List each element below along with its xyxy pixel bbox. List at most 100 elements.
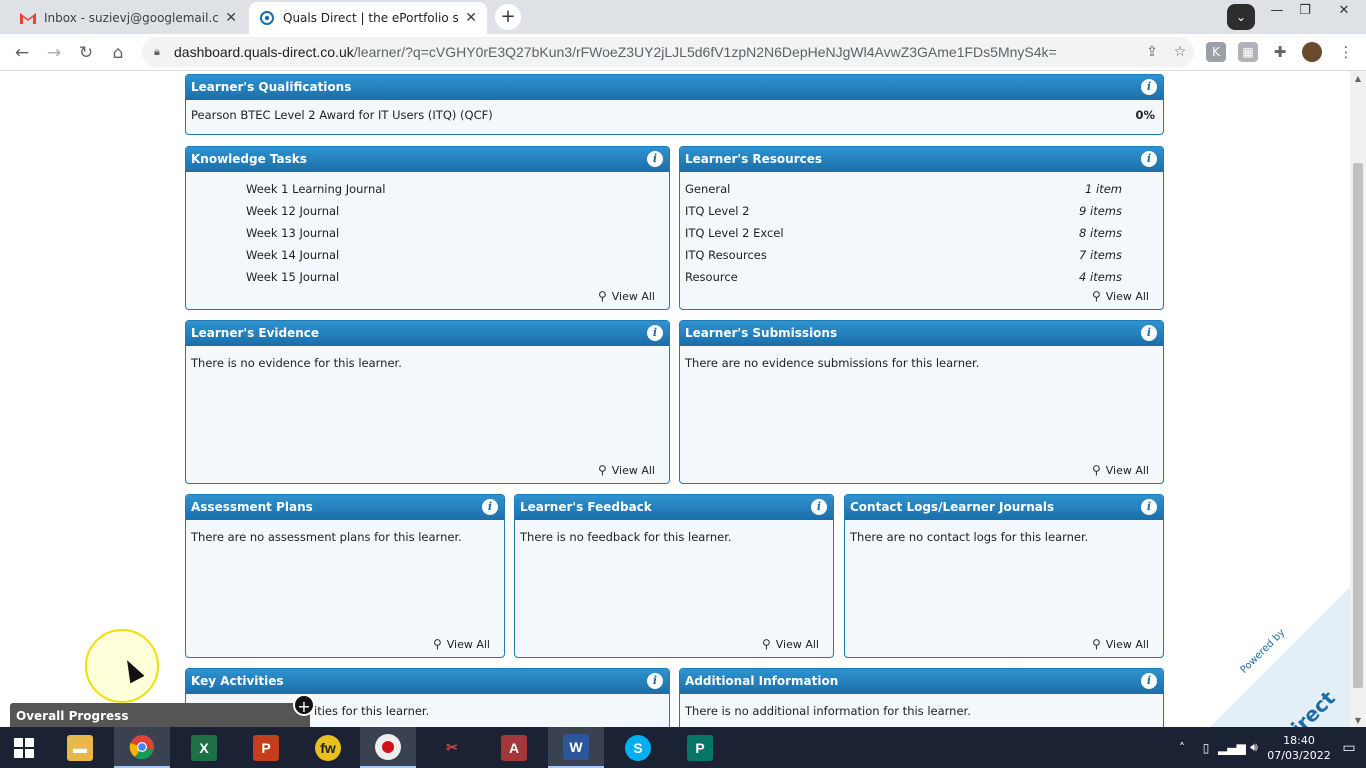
taskbar-word[interactable]: W	[548, 727, 604, 768]
forward-icon[interactable]: →	[41, 40, 67, 66]
magnifier-icon: ⚲	[597, 463, 607, 477]
tab-title: Inbox - suzievj@googlemail.com	[44, 11, 220, 25]
panel-title: Learner's Evidence	[191, 326, 320, 340]
minimize-button[interactable]: —	[1262, 0, 1292, 24]
home-icon[interactable]: ⌂	[105, 40, 131, 66]
info-icon[interactable]: i	[647, 673, 663, 689]
scroll-up-icon[interactable]: ▲	[1350, 74, 1366, 83]
taskbar-snipping-tool[interactable]: ✂	[424, 727, 480, 768]
tab-strip: Inbox - suzievj@googlemail.com ✕ Quals D…	[0, 0, 1366, 34]
close-icon[interactable]: ✕	[465, 10, 477, 26]
panel-title: Learner's Qualifications	[191, 80, 352, 94]
view-all-link[interactable]: ⚲ View All	[433, 637, 490, 651]
taskbar-powerpoint[interactable]: P	[238, 727, 294, 768]
taskbar-access[interactable]: A	[486, 727, 542, 768]
fw-app-icon: fw	[315, 734, 341, 761]
restore-button[interactable]: ❐	[1290, 0, 1320, 24]
extension-icon[interactable]: ▦	[1238, 42, 1258, 62]
magnifier-icon: ⚲	[1091, 637, 1101, 651]
info-icon[interactable]: i	[647, 325, 663, 341]
magnifier-icon: ⚲	[761, 637, 771, 651]
panel-title: Learner's Submissions	[685, 326, 838, 340]
publisher-icon: P	[687, 734, 713, 761]
panel-title: Contact Logs/Learner Journals	[850, 500, 1055, 514]
view-all-link[interactable]: ⚲ View All	[1092, 289, 1149, 303]
taskbar-excel[interactable]: X	[176, 727, 232, 768]
taskbar-fw-app[interactable]: fw	[300, 727, 356, 768]
tab-quals-direct[interactable]: Quals Direct | the ePortfolio solut ✕	[249, 2, 487, 34]
share-icon[interactable]: ⇪	[1138, 44, 1166, 60]
view-all-link[interactable]: ⚲ View All	[1092, 463, 1149, 477]
resource-item[interactable]: ITQ Level 29 items	[685, 200, 1158, 222]
browser-toolbar: ← → ↻ ⌂ 🔒︎ dashboard.quals-direct.co.uk/…	[0, 34, 1366, 71]
puzzle-icon[interactable]: ✚	[1270, 42, 1290, 62]
page-scrollbar[interactable]: ▲ ▼	[1350, 71, 1366, 727]
magnifier-icon: ⚲	[1091, 463, 1101, 477]
scrollbar-thumb[interactable]	[1353, 163, 1363, 688]
info-icon[interactable]: i	[1141, 673, 1157, 689]
task-item[interactable]: Week 14 Journal	[191, 244, 664, 266]
view-all-link[interactable]: ⚲ View All	[1092, 637, 1149, 651]
task-item[interactable]: Week 1 Learning Journal	[191, 178, 664, 200]
magnifier-icon: ⚲	[432, 637, 442, 651]
scroll-down-icon[interactable]: ▼	[1350, 716, 1366, 725]
task-item[interactable]: Week 13 Journal	[191, 222, 664, 244]
tab-gmail[interactable]: Inbox - suzievj@googlemail.com ✕	[10, 2, 247, 34]
view-all-link[interactable]: ⚲ View All	[598, 289, 655, 303]
learner-evidence-panel: Learner's Evidence i There is no evidence…	[185, 320, 670, 484]
resource-item[interactable]: General 1 item	[685, 178, 1158, 200]
task-item[interactable]: Week 15 Journal	[191, 266, 664, 288]
info-icon[interactable]: i	[811, 499, 827, 515]
chevron-up-icon[interactable]: ˄	[1170, 741, 1194, 755]
close-icon[interactable]: ✕	[225, 10, 237, 26]
panel-title: Additional Information	[685, 674, 839, 688]
new-tab-button[interactable]: +	[495, 4, 521, 30]
info-icon[interactable]: i	[482, 499, 498, 515]
info-icon[interactable]: i	[1141, 499, 1157, 515]
url-text[interactable]: dashboard.quals-direct.co.uk/learner/?q=…	[174, 44, 1138, 60]
address-bar[interactable]: 🔒︎ dashboard.quals-direct.co.uk/learner/…	[142, 37, 1194, 67]
notification-icon[interactable]: ▭	[1332, 740, 1366, 756]
tab-search-button[interactable]: ⌄	[1227, 4, 1255, 30]
magnifier-icon: ⚲	[597, 289, 607, 303]
volume-icon[interactable]: 🔊︎	[1242, 740, 1266, 755]
info-icon[interactable]: i	[647, 151, 663, 167]
window-close-button[interactable]: ✕	[1325, 0, 1363, 24]
expand-plus-icon[interactable]: +	[293, 694, 315, 716]
overall-progress-bar[interactable]: Overall Progress	[10, 703, 310, 727]
taskbar-screen-recorder[interactable]	[360, 727, 416, 768]
access-icon: A	[501, 734, 527, 761]
record-icon	[375, 733, 401, 760]
knowledge-tasks-panel: Knowledge Tasks i Week 1 Learning Journal…	[185, 146, 670, 310]
network-icon[interactable]: ▂▄▆	[1218, 741, 1246, 755]
clock[interactable]: 18:40 07/03/2022	[1266, 733, 1332, 763]
reload-icon[interactable]: ↻	[73, 40, 99, 66]
back-icon[interactable]: ←	[9, 40, 35, 66]
battery-icon[interactable]: ▯	[1194, 741, 1218, 755]
resource-item[interactable]: Resource 4 items	[685, 266, 1158, 288]
avatar[interactable]	[1302, 42, 1322, 62]
empty-message: There is no feedback for this learner.	[520, 530, 732, 544]
taskbar-file-explorer[interactable]: ▬	[52, 727, 108, 768]
info-icon[interactable]: i	[1141, 79, 1157, 95]
page-content: Learner's Qualifications i Pearson BTEC L…	[0, 71, 1350, 727]
taskbar-skype[interactable]: S	[610, 727, 666, 768]
clock-time: 18:40	[1283, 733, 1315, 747]
start-button[interactable]	[0, 727, 48, 768]
view-all-link[interactable]: ⚲ View All	[598, 463, 655, 477]
task-item[interactable]: Week 12 Journal	[191, 200, 664, 222]
powerpoint-icon: P	[253, 734, 279, 761]
extension-icon[interactable]: K	[1206, 42, 1226, 62]
menu-icon[interactable]: ⋮	[1336, 42, 1356, 62]
info-icon[interactable]: i	[1141, 325, 1157, 341]
taskbar-publisher[interactable]: P	[672, 727, 728, 768]
bookmark-star-icon[interactable]: ☆	[1166, 44, 1194, 60]
resource-item[interactable]: ITQ Level 2 Excel 8 items	[685, 222, 1158, 244]
info-icon[interactable]: i	[1141, 151, 1157, 167]
resource-item[interactable]: ITQ Resources 7 items	[685, 244, 1158, 266]
empty-message: There are no evidence submissions for th…	[685, 356, 980, 370]
view-all-link[interactable]: ⚲ View All	[762, 637, 819, 651]
panel-title: Learner's Resources	[685, 152, 823, 166]
taskbar-chrome[interactable]	[114, 727, 170, 768]
qualification-name[interactable]: Pearson BTEC Level 2 Award for IT Users …	[191, 108, 493, 122]
